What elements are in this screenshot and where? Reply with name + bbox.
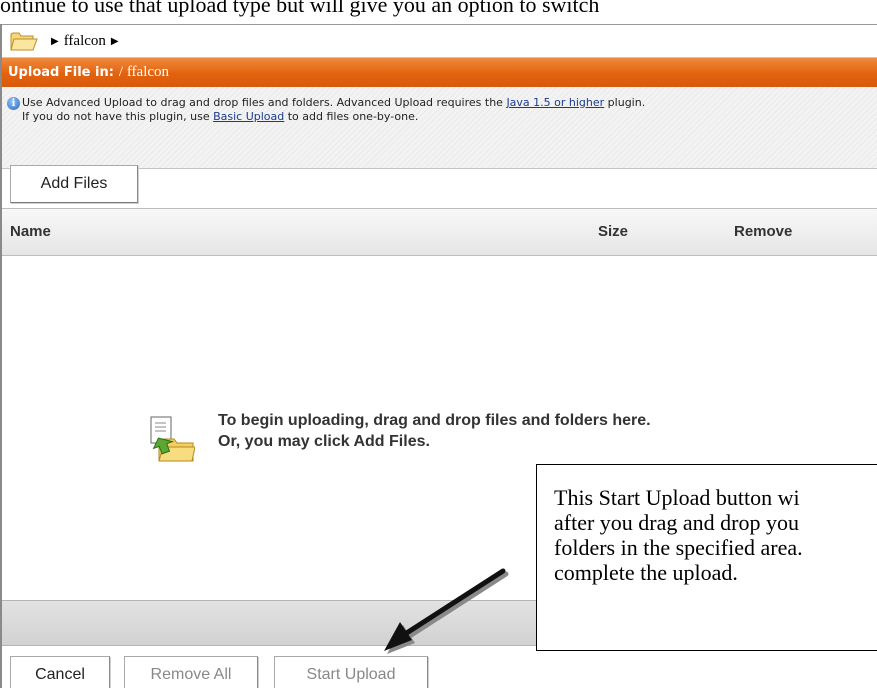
callout-line-3: folders in the specified area.	[554, 535, 803, 560]
add-files-button[interactable]: Add Files	[10, 165, 138, 203]
callout-line-1: This Start Upload button wi	[554, 485, 800, 510]
info-line-2-text: If you do not have this plugin, use	[22, 110, 214, 123]
info-line-2-tail: to add files one-by-one.	[284, 110, 419, 123]
callout-line-2: after you drag and drop you	[554, 510, 799, 535]
remove-all-button[interactable]: Remove All	[124, 656, 258, 688]
column-header-name[interactable]: Name	[10, 223, 51, 240]
pointer-arrow-icon	[384, 568, 509, 654]
info-icon: i	[7, 97, 20, 110]
upload-header-label: Upload File in:	[8, 65, 114, 80]
java-plugin-link[interactable]: Java 1.5 or higher	[506, 96, 604, 109]
breadcrumb: ▶ ffalcon ▶	[2, 24, 877, 58]
file-table-header: Name Size Remove	[2, 208, 877, 256]
folder-icon[interactable]	[10, 30, 38, 52]
drop-zone-instructions: To begin uploading, drag and drop files …	[218, 410, 651, 452]
column-header-remove[interactable]: Remove	[734, 223, 792, 240]
info-line-2: If you do not have this plugin, use Basi…	[22, 110, 645, 124]
breadcrumb-separator-icon: ▶	[51, 35, 59, 47]
annotation-callout: This Start Upload button wi after you dr…	[536, 464, 877, 651]
basic-upload-link[interactable]: Basic Upload	[213, 110, 284, 123]
drop-zone-line-2: Or, you may click Add Files.	[218, 433, 430, 450]
info-message: i Use Advanced Upload to drag and drop f…	[2, 87, 877, 169]
info-text: Use Advanced Upload to drag and drop fil…	[22, 96, 645, 124]
upload-header-path: / ffalcon	[118, 64, 170, 80]
upload-header: Upload File in: / ffalcon	[2, 58, 877, 87]
breadcrumb-separator-icon[interactable]: ▶	[111, 36, 119, 47]
info-line-1-tail: plugin.	[604, 96, 646, 109]
callout-line-4: complete the upload.	[554, 560, 738, 585]
column-header-size[interactable]: Size	[598, 223, 628, 240]
document-text-fragment: ontinue to use that upload type but will…	[0, 0, 600, 17]
info-line-1-text: Use Advanced Upload to drag and drop fil…	[22, 96, 507, 109]
info-line-1: Use Advanced Upload to drag and drop fil…	[22, 96, 645, 110]
cancel-button[interactable]: Cancel	[10, 656, 110, 688]
drop-files-icon	[147, 415, 196, 465]
breadcrumb-folder-link[interactable]: ffalcon	[64, 33, 106, 50]
drop-zone-line-1: To begin uploading, drag and drop files …	[218, 412, 651, 429]
